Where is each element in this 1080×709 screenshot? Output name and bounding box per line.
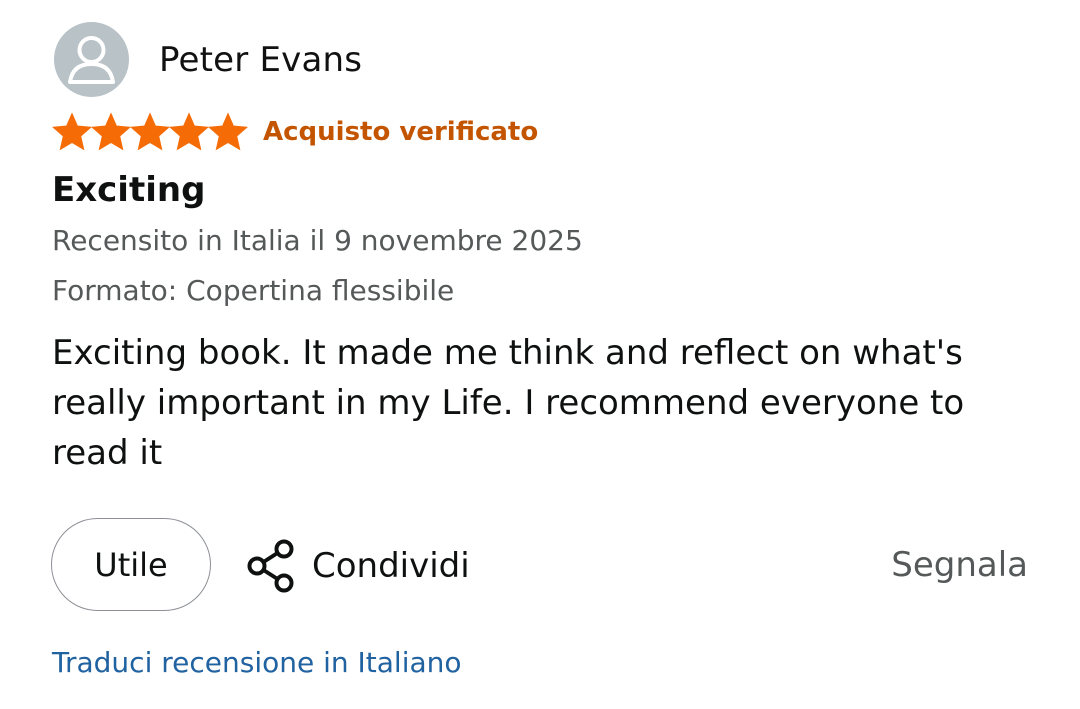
helpful-label: Utile <box>94 545 168 584</box>
review-date: Recensito in Italia il 9 novembre 2025 <box>52 224 583 257</box>
star-icon <box>169 112 209 151</box>
star-icon <box>91 112 131 151</box>
avatar <box>54 22 129 97</box>
reviewer-name: Peter Evans <box>159 39 363 80</box>
verified-purchase-badge: Acquisto verificato <box>263 117 539 147</box>
helpful-button[interactable]: Utile <box>51 518 211 611</box>
person-silhouette-icon <box>68 36 115 84</box>
star-icon <box>52 112 92 151</box>
star-icon <box>130 112 170 151</box>
share-button[interactable]: Condividi <box>246 534 470 598</box>
translate-review-link[interactable]: Traduci recensione in Italiano <box>52 646 462 679</box>
review-card: Peter Evans Acquisto verificato Exciting… <box>0 0 1080 709</box>
share-label: Condividi <box>312 546 470 586</box>
share-icon <box>247 539 294 593</box>
star-rating <box>52 112 248 152</box>
rating-row: Acquisto verificato <box>52 110 538 154</box>
report-link[interactable]: Segnala <box>891 545 1028 585</box>
review-body: Exciting book. It made me think and refl… <box>52 333 965 473</box>
review-title: Exciting <box>52 170 206 210</box>
review-format: Formato: Copertina flessibile <box>52 274 455 307</box>
star-icon <box>208 112 248 151</box>
reviewer-profile[interactable]: Peter Evans <box>54 22 362 97</box>
